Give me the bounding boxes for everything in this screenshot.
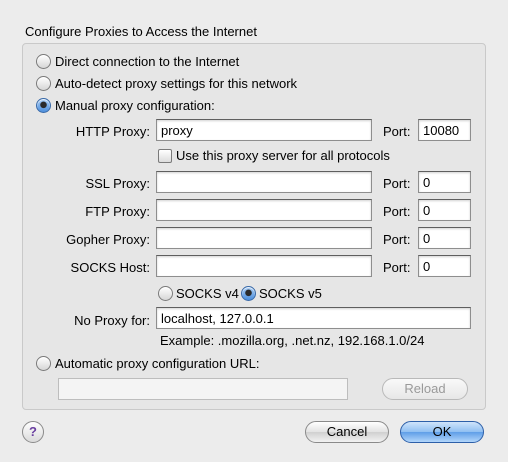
ssl-port-field[interactable]: 0 [418,171,471,193]
radio-direct-connection[interactable] [36,54,51,69]
socks-v4-label[interactable]: SOCKS v4 [176,286,239,301]
socks-port-field[interactable]: 0 [418,255,471,277]
no-proxy-example: Example: .mozilla.org, .net.nz, 192.168.… [160,333,425,348]
radio-autodetect[interactable] [36,76,51,91]
ftp-proxy-field[interactable] [156,199,372,221]
radio-auto-config-label[interactable]: Automatic proxy configuration URL: [55,356,259,371]
ok-button[interactable]: OK [400,421,484,443]
gopher-proxy-field[interactable] [156,227,372,249]
radio-autodetect-label[interactable]: Auto-detect proxy settings for this netw… [55,76,297,91]
socks-host-field[interactable] [156,255,372,277]
use-for-all-label[interactable]: Use this proxy server for all protocols [176,148,390,163]
ftp-proxy-label: FTP Proxy: [85,204,150,219]
ftp-port-field[interactable]: 0 [418,199,471,221]
gopher-proxy-label: Gopher Proxy: [66,232,150,247]
reload-button[interactable]: Reload [382,378,468,400]
radio-manual-proxy[interactable] [36,98,51,113]
use-for-all-checkbox[interactable] [158,149,172,163]
no-proxy-label: No Proxy for: [74,313,150,328]
radio-auto-config-url[interactable] [36,356,51,371]
cancel-button[interactable]: Cancel [305,421,389,443]
http-proxy-label: HTTP Proxy: [75,124,150,139]
no-proxy-field[interactable]: localhost, 127.0.0.1 [156,307,471,329]
gopher-port-field[interactable]: 0 [418,227,471,249]
socks-port-label: Port: [383,260,411,275]
radio-direct-label[interactable]: Direct connection to the Internet [55,54,239,69]
ssl-port-label: Port: [383,176,411,191]
socks-v5-label[interactable]: SOCKS v5 [259,286,322,301]
http-port-field[interactable]: 10080 [418,119,471,141]
socks-host-label: SOCKS Host: [70,260,150,275]
auto-config-url-field[interactable] [58,378,348,400]
radio-socks-v4[interactable] [158,286,173,301]
ftp-port-label: Port: [383,204,411,219]
radio-manual-label[interactable]: Manual proxy configuration: [55,98,215,113]
http-port-label: Port: [383,124,411,139]
help-button[interactable]: ? [22,421,44,443]
dialog-title: Configure Proxies to Access the Internet [25,24,257,39]
radio-socks-v5[interactable] [241,286,256,301]
gopher-port-label: Port: [383,232,411,247]
ssl-proxy-label: SSL Proxy: [85,176,150,191]
http-proxy-field[interactable]: proxy [156,119,372,141]
ssl-proxy-field[interactable] [156,171,372,193]
